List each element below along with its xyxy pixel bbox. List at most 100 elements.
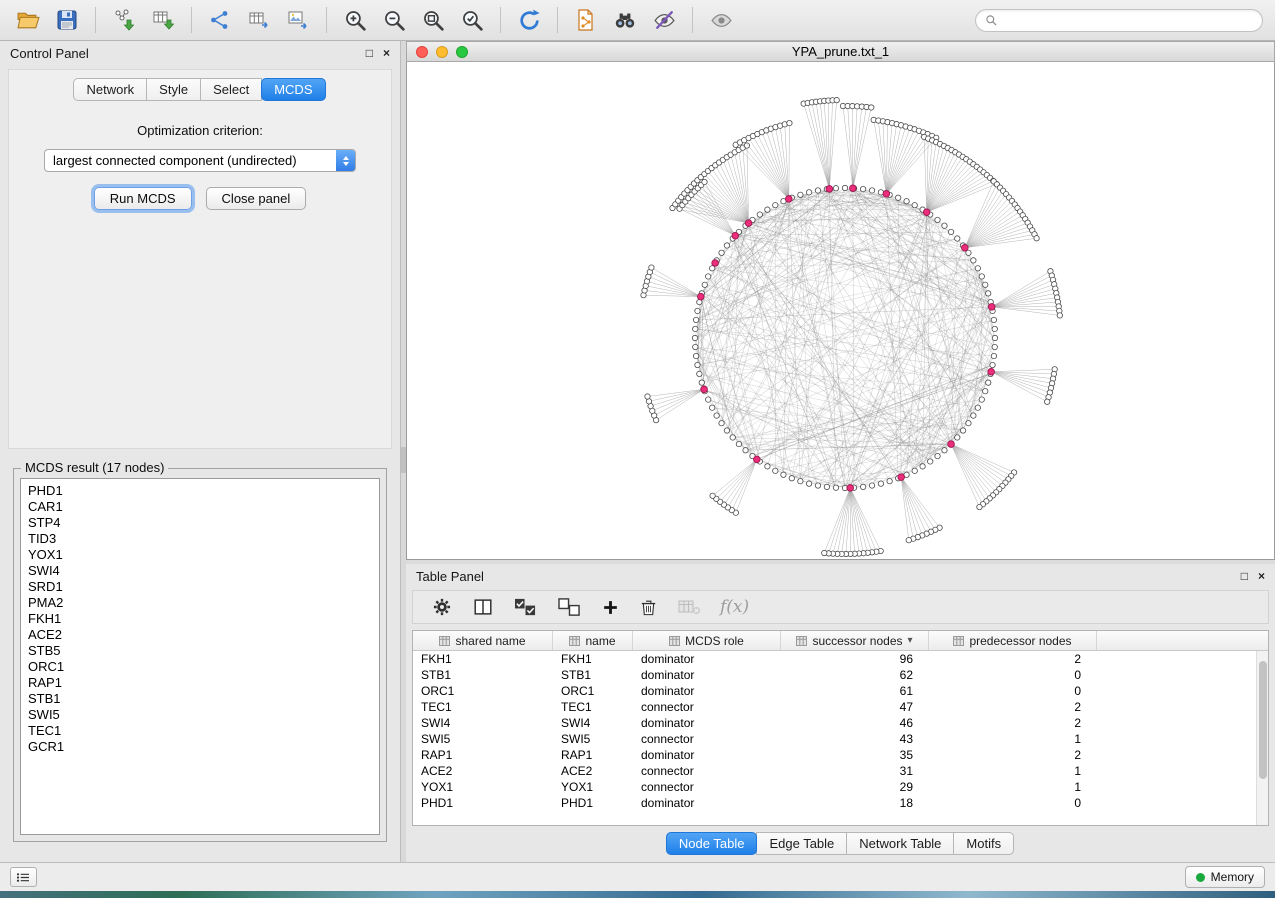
mcds-result-item[interactable]: SWI5 (28, 707, 372, 723)
show-columns-icon[interactable] (472, 594, 494, 620)
scrollbar-thumb[interactable] (1259, 661, 1267, 779)
table-row[interactable]: TEC1TEC1connector472 (413, 699, 1268, 715)
mcds-result-item[interactable]: TID3 (28, 531, 372, 547)
memory-button[interactable]: Memory (1185, 866, 1265, 888)
table-scrollbar[interactable] (1256, 651, 1268, 825)
export-table-icon[interactable] (243, 4, 275, 36)
mcds-result-item[interactable]: ORC1 (28, 659, 372, 675)
task-list-icon (16, 872, 31, 883)
network-canvas[interactable] (406, 62, 1275, 560)
mcds-result-item[interactable]: SWI4 (28, 563, 372, 579)
open-folder-icon[interactable] (12, 4, 44, 36)
float-panel-icon[interactable]: □ (366, 47, 373, 59)
show-hidden-icon[interactable] (705, 4, 737, 36)
zoom-in-icon[interactable] (339, 4, 371, 36)
export-network-icon[interactable] (204, 4, 236, 36)
mcds-result-item[interactable]: STB1 (28, 691, 372, 707)
table-row[interactable]: ORC1ORC1dominator610 (413, 683, 1268, 699)
column-grid-icon (669, 636, 680, 646)
column-header-MCDS-role[interactable]: MCDS role (633, 631, 781, 650)
hide-selected-icon[interactable] (648, 4, 680, 36)
tab-network-table[interactable]: Network Table (846, 832, 954, 855)
table-row[interactable]: SWI5SWI5connector431 (413, 731, 1268, 747)
mcds-result-item[interactable]: PMA2 (28, 595, 372, 611)
select-all-rows-icon[interactable] (513, 594, 538, 620)
table-row[interactable]: YOX1YOX1connector291 (413, 779, 1268, 795)
close-panel-button[interactable]: Close panel (206, 187, 307, 210)
mcds-result-item[interactable]: TEC1 (28, 723, 372, 739)
table-row[interactable]: PHD1PHD1dominator180 (413, 795, 1268, 811)
mcds-result-item[interactable]: GCR1 (28, 739, 372, 755)
desktop-wallpaper (0, 891, 1275, 898)
table-panel: Table Panel □ × f(x) shared namenameMCDS… (406, 564, 1275, 862)
mcds-result-title: MCDS result (17 nodes) (21, 460, 168, 475)
memory-label: Memory (1211, 870, 1254, 884)
tab-select[interactable]: Select (200, 78, 262, 101)
toolbar-separator (95, 7, 96, 33)
tab-motifs[interactable]: Motifs (953, 832, 1014, 855)
save-icon[interactable] (51, 4, 83, 36)
run-mcds-button[interactable]: Run MCDS (94, 187, 192, 210)
mcds-result-item[interactable]: STP4 (28, 515, 372, 531)
mcds-result-item[interactable]: CAR1 (28, 499, 372, 515)
window-close-icon[interactable] (416, 46, 428, 58)
zoom-out-icon[interactable] (378, 4, 410, 36)
mcds-result-item[interactable]: YOX1 (28, 547, 372, 563)
share-document-icon[interactable] (570, 4, 602, 36)
toolbar-separator (500, 7, 501, 33)
close-table-panel-icon[interactable]: × (1258, 570, 1265, 582)
refresh-network-icon[interactable] (513, 4, 545, 36)
optimization-criterion-label: Optimization criterion: (9, 123, 391, 138)
window-zoom-icon[interactable] (456, 46, 468, 58)
table-row[interactable]: ACE2ACE2connector311 (413, 763, 1268, 779)
first-neighbors-icon[interactable] (609, 4, 641, 36)
column-grid-icon (569, 636, 580, 646)
mcds-result-list[interactable]: PHD1CAR1STP4TID3YOX1SWI4SRD1PMA2FKH1ACE2… (20, 478, 380, 835)
control-panel: Control Panel □ × NetworkStyleSelectMCDS… (0, 41, 401, 862)
float-table-panel-icon[interactable]: □ (1241, 570, 1248, 582)
export-image-icon[interactable] (282, 4, 314, 36)
mcds-result-item[interactable]: FKH1 (28, 611, 372, 627)
tab-node-table[interactable]: Node Table (666, 832, 758, 855)
delete-columns-icon[interactable] (639, 594, 658, 620)
import-network-from-file-icon[interactable] (108, 4, 140, 36)
deselect-all-rows-icon[interactable] (557, 594, 582, 620)
create-column-icon[interactable] (601, 594, 620, 620)
clear-table-icon (677, 594, 701, 620)
mcds-tab-content: NetworkStyleSelectMCDS Optimization crit… (8, 69, 392, 449)
status-bar: Memory (0, 862, 1275, 891)
tab-edge-table[interactable]: Edge Table (756, 832, 847, 855)
select-stepper-icon (336, 149, 355, 172)
control-panel-title: Control Panel (10, 46, 89, 61)
column-header-shared-name[interactable]: shared name (413, 631, 553, 650)
mcds-result-item[interactable]: STB5 (28, 643, 372, 659)
function-builder-icon: f(x) (720, 597, 749, 617)
tab-network[interactable]: Network (73, 78, 147, 101)
column-header-name[interactable]: name (553, 631, 633, 650)
close-control-panel-icon[interactable]: × (383, 47, 390, 59)
mcds-result-item[interactable]: ACE2 (28, 627, 372, 643)
zoom-selected-icon[interactable] (456, 4, 488, 36)
table-row[interactable]: RAP1RAP1dominator352 (413, 747, 1268, 763)
mcds-result-item[interactable]: SRD1 (28, 579, 372, 595)
window-minimize-icon[interactable] (436, 46, 448, 58)
settings-gear-icon[interactable] (431, 594, 453, 620)
tab-style[interactable]: Style (146, 78, 201, 101)
criterion-select[interactable]: largest connected component (undirected) (44, 149, 356, 172)
column-header-successor-nodes[interactable]: successor nodes▾ (781, 631, 929, 650)
column-grid-icon (796, 636, 807, 646)
column-grid-icon (953, 636, 964, 646)
task-history-button[interactable] (10, 867, 37, 887)
mcds-result-item[interactable]: PHD1 (28, 483, 372, 499)
table-row[interactable]: FKH1FKH1dominator962 (413, 651, 1268, 667)
table-row[interactable]: STB1STB1dominator620 (413, 667, 1268, 683)
table-row[interactable]: SWI4SWI4dominator462 (413, 715, 1268, 731)
tab-mcds[interactable]: MCDS (261, 78, 325, 101)
mcds-result-item[interactable]: RAP1 (28, 675, 372, 691)
search-input[interactable] (1004, 13, 1253, 27)
column-header-predecessor-nodes[interactable]: predecessor nodes (929, 631, 1097, 650)
zoom-fit-icon[interactable] (417, 4, 449, 36)
search-box (975, 9, 1263, 32)
toolbar-separator (557, 7, 558, 33)
import-table-from-file-icon[interactable] (147, 4, 179, 36)
